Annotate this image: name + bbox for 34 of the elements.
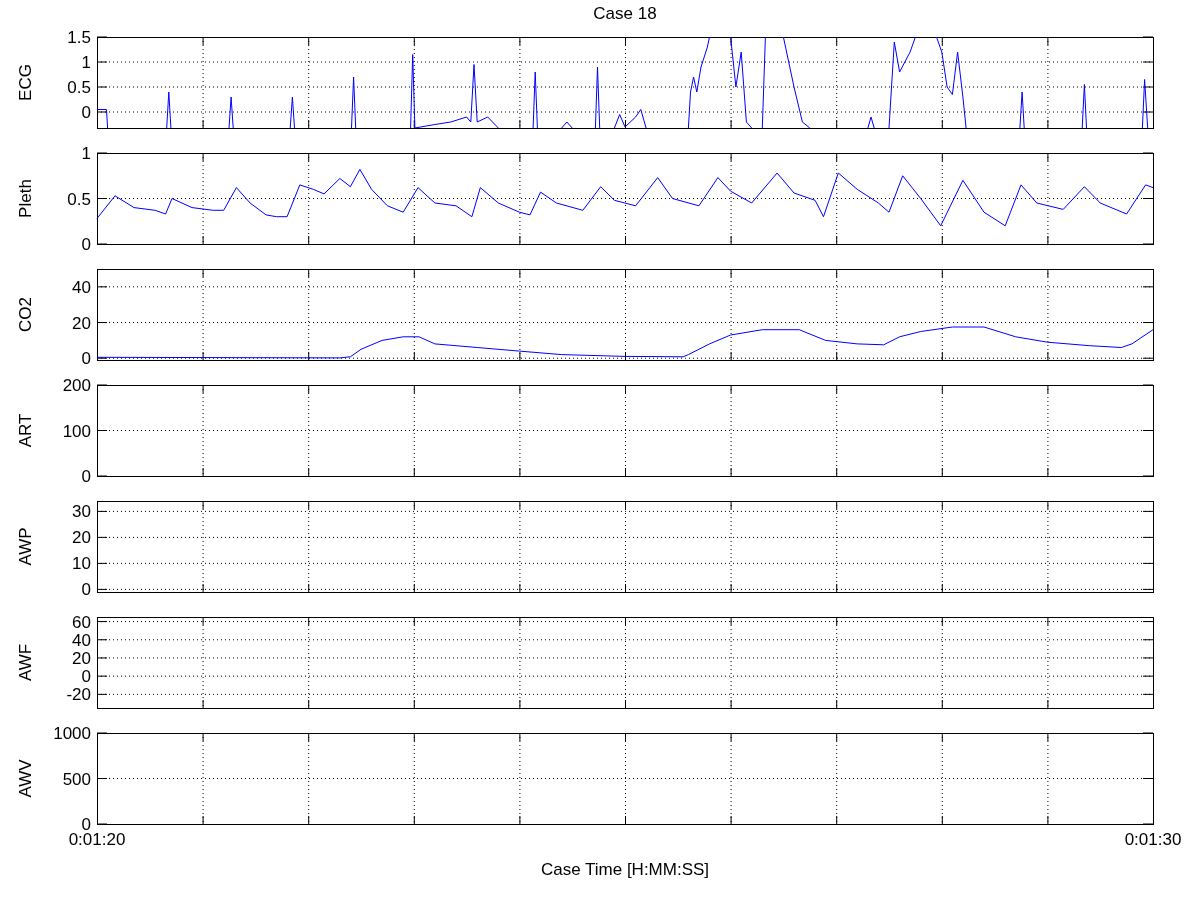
y-axis-label: AWF (16, 643, 35, 682)
y-tick-label: 1 (81, 144, 91, 163)
y-axis-label: ART (16, 413, 35, 448)
y-tick-label: -20 (66, 685, 91, 705)
y-tick-label: 0 (81, 235, 91, 254)
y-tick-label: 20 (72, 648, 91, 668)
y-tick-label: 20 (72, 528, 91, 548)
y-tick-label: 0 (81, 467, 91, 486)
y-tick-label: 10 (72, 554, 91, 574)
y-tick-label: 1 (81, 53, 91, 72)
y-axis-label: AWV (16, 759, 35, 798)
y-tick-label: 500 (62, 769, 91, 789)
y-tick-label: 0 (81, 667, 91, 687)
y-axis-label: ECG (16, 64, 35, 101)
y-tick-label: 0 (81, 580, 91, 600)
y-tick-label: 30 (72, 502, 91, 522)
y-tick-label: 200 (62, 376, 91, 395)
y-axis-label: Pleth (16, 179, 35, 218)
y-tick-label: 40 (72, 630, 91, 650)
y-tick-label: 0 (81, 103, 91, 122)
y-tick-label: 0 (81, 349, 91, 369)
y-axis-label: AWP (16, 527, 35, 566)
y-tick-label: 20 (72, 313, 91, 333)
y-axis-label: CO2 (16, 297, 35, 332)
y-tick-label: 100 (62, 421, 91, 441)
x-axis-label: Case Time [H:MM:SS] (540, 860, 710, 879)
y-tick-label: 1.5 (67, 28, 91, 47)
y-tick-label: 1000 (53, 724, 91, 743)
x-tick-label: 0:01:30 (1124, 830, 1182, 849)
y-tick-label: 60 (72, 612, 91, 632)
chart-title: Case 18 (593, 4, 657, 23)
y-tick-label: 40 (72, 277, 91, 297)
y-tick-label: 0.5 (67, 189, 91, 209)
y-tick-label: 0.5 (67, 78, 91, 97)
